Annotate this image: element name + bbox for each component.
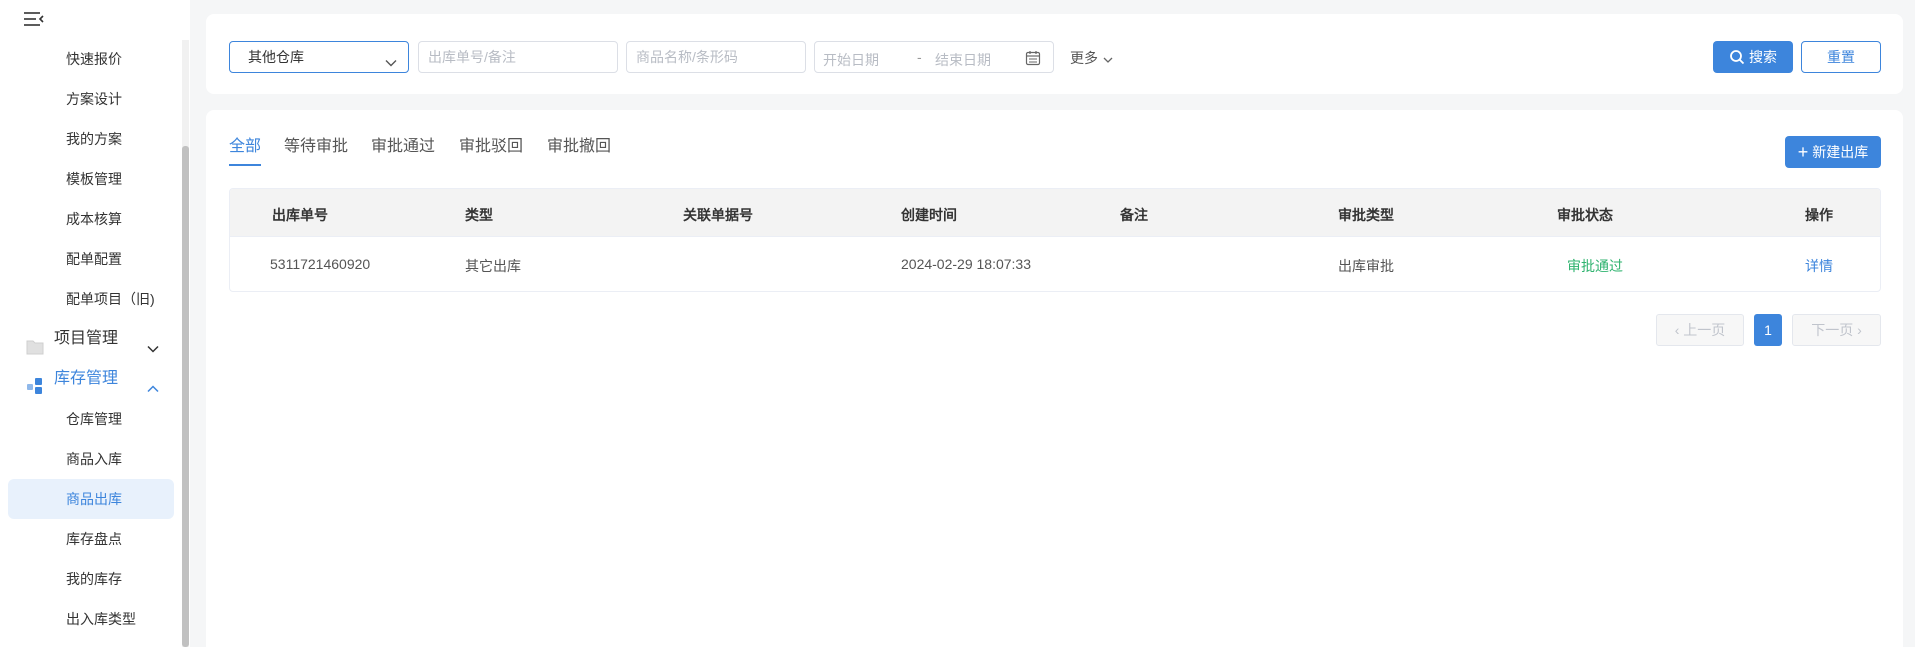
tab-approved[interactable]: 审批通过 [371, 132, 435, 156]
order-no-input[interactable] [418, 41, 618, 73]
sidebar-item-goods-outbound[interactable]: 商品出库 [8, 479, 174, 519]
chevron-up-icon [146, 372, 160, 393]
column-header: 操作 [1805, 207, 1833, 223]
tab-pending-approval[interactable]: 等待审批 [284, 132, 348, 156]
warehouse-select[interactable]: 其他仓库 [229, 41, 409, 73]
search-button[interactable]: 搜索 [1713, 41, 1793, 73]
sidebar-item-template-manage[interactable]: 模板管理 [8, 159, 174, 199]
sidebar-item-warehouse-manage[interactable]: 仓库管理 [8, 399, 174, 439]
end-date-placeholder: 结束日期 [935, 52, 991, 68]
sidebar-group-label: 库存管理 [54, 370, 119, 387]
order-no-cell: 5311721460920 [270, 256, 371, 272]
sidebar-item-order-config[interactable]: 配单配置 [8, 239, 174, 279]
inventory-blocks-icon [26, 371, 44, 394]
column-header: 类型 [465, 207, 493, 223]
column-header: 备注 [1120, 207, 1148, 223]
active-tab-indicator [229, 164, 261, 166]
sidebar-scrollbar[interactable] [182, 40, 189, 647]
sidebar-item-goods-inbound[interactable]: 商品入库 [8, 439, 174, 479]
sidebar-item-inout-types[interactable]: 出入库类型 [8, 599, 174, 639]
folder-icon [26, 331, 44, 355]
detail-link[interactable]: 详情 [1805, 256, 1833, 276]
sidebar-item-cost-accounting[interactable]: 成本核算 [8, 199, 174, 239]
next-page-button[interactable]: 下一页 › [1792, 314, 1881, 346]
filter-panel: 其他仓库 开始日期 - 结束日期 更多 搜索 重置 [206, 14, 1903, 94]
sidebar-item-plan-design[interactable]: 方案设计 [8, 79, 174, 119]
tab-all[interactable]: 全部 [229, 132, 261, 156]
start-date-placeholder: 开始日期 [823, 52, 879, 68]
prev-page-button[interactable]: ‹ 上一页 [1656, 314, 1744, 346]
date-separator: - [917, 49, 922, 65]
created-at-cell: 2024-02-29 18:07:33 [901, 256, 1031, 272]
outbound-table: 出库单号 类型 关联单据号 创建时间 备注 审批类型 审批状态 操作 53117… [229, 188, 1881, 292]
reset-button[interactable]: 重置 [1801, 41, 1881, 73]
sidebar-item-order-project-old[interactable]: 配单项目（旧) [8, 279, 174, 319]
type-cell: 其它出库 [465, 258, 521, 274]
page-number-button[interactable]: 1 [1754, 314, 1782, 346]
sidebar-item-stock-take[interactable]: 库存盘点 [8, 519, 174, 559]
column-header: 创建时间 [901, 207, 957, 223]
search-button-label: 搜索 [1749, 49, 1777, 65]
table-row[interactable]: 5311721460920 其它出库 2024-02-29 18:07:33 出… [230, 237, 1880, 291]
chevron-down-icon [384, 50, 398, 67]
date-range-picker[interactable]: 开始日期 - 结束日期 [814, 41, 1054, 73]
more-filters-label: 更多 [1070, 50, 1098, 66]
tab-rejected[interactable]: 审批驳回 [459, 132, 523, 156]
chevron-down-icon [146, 332, 160, 353]
sidebar-group-inventory-manage[interactable]: 库存管理 [8, 359, 174, 399]
tab-withdrawn[interactable]: 审批撤回 [547, 132, 611, 156]
menu-collapse-icon[interactable] [22, 8, 46, 30]
chevron-left-icon: ‹ [1674, 322, 1684, 338]
new-outbound-label: 新建出库 [1812, 144, 1869, 160]
sidebar-group-label: 项目管理 [54, 330, 119, 347]
sidebar-item-quick-quote[interactable]: 快速报价 [8, 39, 174, 79]
column-header: 审批状态 [1557, 207, 1613, 223]
calendar-icon [1025, 50, 1041, 66]
plus-icon: + [1797, 142, 1809, 162]
chevron-down-icon [1102, 53, 1114, 65]
outbound-list-panel: 全部 等待审批 审批通过 审批驳回 审批撤回 + 新建出库 出库单号 类型 关联单… [206, 110, 1903, 647]
new-outbound-button[interactable]: + 新建出库 [1785, 136, 1881, 168]
scrollbar-thumb[interactable] [182, 146, 189, 647]
sidebar-item-my-plans[interactable]: 我的方案 [8, 119, 174, 159]
column-header: 关联单据号 [683, 207, 753, 223]
sidebar: 快速报价 方案设计 我的方案 模板管理 成本核算 配单配置 配单项目（旧) 项目… [0, 0, 190, 647]
sidebar-group-project-manage[interactable]: 项目管理 [8, 319, 174, 359]
more-filters-button[interactable]: 更多 [1070, 48, 1114, 68]
next-page-label: 下一页 [1811, 322, 1854, 338]
column-header: 审批类型 [1338, 207, 1394, 223]
sidebar-item-my-stock[interactable]: 我的库存 [8, 559, 174, 599]
approval-type-cell: 出库审批 [1338, 258, 1394, 274]
chevron-right-icon: › [1853, 322, 1862, 338]
approval-status-badge: 审批通过 [1567, 258, 1623, 274]
search-icon [1730, 50, 1745, 65]
warehouse-select-value: 其他仓库 [248, 49, 304, 65]
prev-page-label: 上一页 [1683, 322, 1726, 338]
column-header: 出库单号 [272, 207, 328, 223]
goods-search-input[interactable] [626, 41, 806, 73]
reset-button-label: 重置 [1827, 49, 1855, 65]
table-header: 出库单号 类型 关联单据号 创建时间 备注 审批类型 审批状态 操作 [230, 189, 1880, 237]
